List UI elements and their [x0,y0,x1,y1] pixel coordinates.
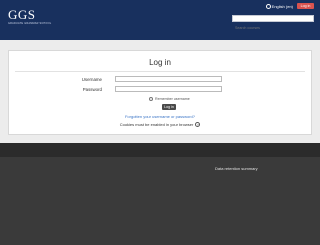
header-login-button[interactable]: Log in [297,3,314,9]
help-icon[interactable]: ? [195,122,201,127]
search-box [232,15,314,31]
site-header: GGS GRADUATE GRAMMAR SCHOOL English (en)… [0,0,320,40]
search-input[interactable] [233,25,313,31]
cookies-notice: Cookies must be enabled in your browser … [9,122,311,127]
remember-checkbox[interactable] [149,97,153,101]
cookies-text: Cookies must be enabled in your browser [119,122,194,127]
remember-username[interactable]: Remember username [149,97,190,101]
username-label: Username [81,77,102,82]
password-label: Password [82,87,102,92]
footer-top-band [0,143,320,157]
password-row: Password [9,86,311,93]
language-menu[interactable]: English (en) [265,4,293,9]
remember-label: Remember username [155,97,190,101]
site-logo[interactable]: GGS GRADUATE GRAMMAR SCHOOL [8,8,51,25]
language-label: English (en) [271,4,293,9]
page-title: Log in [149,58,171,67]
title-divider [15,71,305,72]
login-card: Log in Username Password Remember userna… [8,50,312,135]
logo-tagline: GRADUATE GRAMMAR SCHOOL [8,22,52,25]
logo-text: GGS [8,7,36,22]
password-field[interactable] [115,86,222,92]
username-row: Username [9,76,311,83]
username-field[interactable] [115,76,222,82]
data-retention-link[interactable]: Data retention summary [215,166,258,171]
site-footer: Data retention summary [0,157,320,245]
login-submit-button[interactable]: Log in [162,104,176,110]
forgot-password-link[interactable]: Forgotten your username or password? [9,114,311,119]
globe-icon [265,4,271,9]
